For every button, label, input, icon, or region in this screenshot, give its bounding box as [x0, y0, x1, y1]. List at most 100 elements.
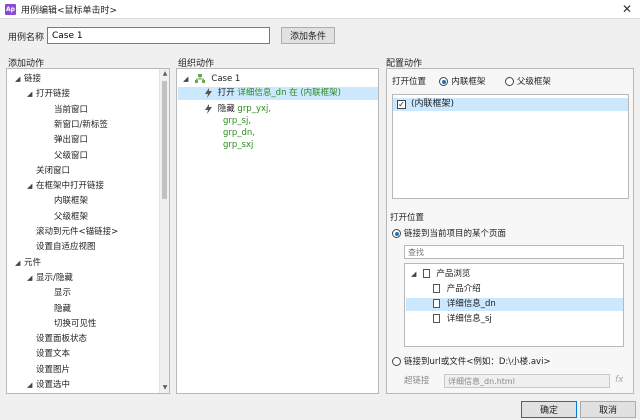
page-node-label: 详细信息_sj: [446, 314, 492, 324]
action-tree-item-label: 新窗口/新标签: [54, 119, 108, 130]
action-tree-item[interactable]: 显示: [54, 287, 71, 300]
parent-frame-radio[interactable]: [504, 77, 514, 86]
case-name-input[interactable]: [47, 27, 270, 44]
case-node[interactable]: ◢ Case 1: [183, 73, 240, 86]
action-tree-item-label: 显示: [54, 288, 72, 299]
action-tree-item[interactable]: ◢ 显示/隐藏: [27, 272, 73, 285]
case-group-icon: [194, 74, 205, 83]
collapse-triangle-icon[interactable]: ◢: [411, 268, 420, 281]
action-tree-item-label: 显示/隐藏: [36, 272, 73, 283]
title-bar: Ap 用例编辑<鼠标单击时> ✕: [0, 0, 640, 19]
action-tree-item[interactable]: 当前窗口: [54, 104, 88, 117]
action-tree-item[interactable]: 设置面板状态: [36, 333, 87, 346]
app-logo-icon: Ap: [5, 3, 16, 15]
inline-frame-radio[interactable]: [439, 77, 449, 86]
action-tree-item[interactable]: 设置图片: [36, 364, 70, 377]
action-hide-target: grp_sxj: [223, 140, 254, 150]
frame-checkbox[interactable]: ✓: [397, 100, 406, 109]
page-node-label: 产品浏览: [436, 269, 471, 279]
page-node[interactable]: ◢ 产品浏览: [411, 268, 470, 281]
add-condition-button[interactable]: 添加条件: [281, 27, 335, 44]
case-node-label: Case 1: [211, 74, 241, 84]
action-tree-item-label: 隐藏: [54, 303, 72, 314]
action-tree-scrollbar[interactable]: ▲ ▼: [159, 69, 169, 393]
action-tree-item[interactable]: 设置文本: [36, 348, 70, 361]
link-current-project-label[interactable]: 链接到当前项目的某个页面: [404, 229, 506, 239]
action-tree-item-label: 链接: [24, 74, 42, 84]
page-icon: [422, 269, 430, 278]
open-location-row: 打开位置 内联框架 父级框架: [392, 76, 551, 89]
parent-frame-label[interactable]: 父级框架: [517, 77, 551, 87]
collapse-triangle-icon[interactable]: ◢: [15, 73, 24, 86]
action-tree-item[interactable]: ◢ 链接: [15, 73, 41, 86]
page-tree: ◢ 产品浏览 产品介绍 详细信息_dn 详细信息_sj: [404, 263, 624, 347]
frame-list: ✓ (内联框架): [392, 94, 629, 199]
link-url-label[interactable]: 链接到url或文件<例如：D:\小楼.avi>: [404, 357, 551, 367]
link-current-project-radio[interactable]: [392, 229, 401, 238]
action-tree-item[interactable]: ◢ 元件: [15, 257, 41, 270]
cancel-button[interactable]: 取消: [580, 401, 636, 418]
action-open-target: 详细信息_dn 在 (内联框架): [237, 88, 341, 98]
hyperlink-label: 超链接: [404, 376, 430, 386]
inline-frame-label[interactable]: 内联框架: [451, 77, 485, 87]
action-tree-item-label: 设置面板状态: [36, 334, 88, 345]
window-title: 用例编辑<鼠标单击时>: [21, 5, 118, 16]
action-tree-item-label: 设置选中: [36, 380, 71, 390]
scroll-up-icon[interactable]: ▲: [160, 69, 169, 79]
action-tree-item[interactable]: 关闭窗口: [36, 165, 70, 178]
action-open-verb: 打开: [217, 88, 235, 98]
scroll-down-icon[interactable]: ▼: [160, 383, 169, 393]
action-open-row[interactable]: 打开 详细信息_dn 在 (内联框架): [178, 87, 378, 100]
page-icon: [433, 299, 440, 308]
action-tree-item[interactable]: 隐藏: [54, 303, 71, 316]
page-icon: [433, 284, 440, 293]
action-tree-item-label: 设置文本: [36, 349, 71, 360]
collapse-triangle-icon[interactable]: ◢: [27, 88, 36, 101]
collapse-triangle-icon[interactable]: ◢: [27, 379, 36, 392]
lightning-icon: [205, 103, 212, 114]
action-hide-target: grp_yxj,: [237, 104, 272, 114]
action-tree-item-label: 内联框架: [54, 196, 89, 207]
collapse-triangle-icon[interactable]: ◢: [15, 257, 24, 270]
action-tree-item[interactable]: 滚动到元件<锚链接>: [36, 226, 118, 239]
page-search-input[interactable]: [404, 245, 624, 259]
open-location-label: 打开位置: [392, 77, 427, 87]
page-node-label: 详细信息_dn: [446, 299, 496, 309]
action-tree-item[interactable]: ◢ 打开链接: [27, 88, 70, 101]
action-tree-item-label: 设置图片: [36, 364, 71, 375]
action-tree-item-label: 弹出窗口: [54, 135, 89, 146]
link-url-row[interactable]: 链接到url或文件<例如：D:\小楼.avi>: [392, 356, 551, 369]
action-tree-item[interactable]: 父级窗口: [54, 150, 88, 163]
action-tree-item[interactable]: 切换可见性: [54, 318, 97, 331]
action-tree-item-label: 元件: [24, 257, 42, 268]
config-action-panel: 打开位置 内联框架 父级框架 ✓ (内联框架) 打开位置 链接到当前项目的某个页…: [386, 68, 634, 394]
action-tree-item[interactable]: 内联框架: [54, 195, 88, 208]
frame-list-item[interactable]: ✓ (内联框架): [393, 98, 628, 111]
action-tree-item[interactable]: 弹出窗口: [54, 134, 88, 147]
page-node-selected[interactable]: 详细信息_dn: [406, 298, 623, 311]
scroll-thumb[interactable]: [162, 81, 167, 199]
page-node[interactable]: 详细信息_sj: [433, 313, 492, 326]
action-tree-item[interactable]: ◢ 设置选中: [27, 379, 70, 392]
ok-button[interactable]: 确定: [521, 401, 577, 418]
action-tree-item[interactable]: 新窗口/新标签: [54, 119, 108, 132]
action-tree-panel: ◢ 链接 ◢ 打开链接 当前窗口 新窗口/新标签 弹出窗口 父级窗口 关闭窗口 ◢ 在框架中打开链接…: [6, 68, 170, 394]
link-url-radio[interactable]: [392, 357, 401, 366]
action-tree-item[interactable]: ◢ 在框架中打开链接: [27, 180, 104, 193]
link-current-project-row[interactable]: 链接到当前项目的某个页面: [392, 228, 506, 241]
hyperlink-input[interactable]: [444, 374, 610, 388]
organize-action-panel: ◢ Case 1 打开 详细信息_dn 在 (内联框架) 隐藏 grp_yxj,…: [176, 68, 379, 394]
action-tree-item[interactable]: 设置自适应视图: [36, 241, 96, 254]
action-tree-item-label: 打开链接: [36, 89, 71, 100]
fx-icon[interactable]: fx: [615, 375, 624, 385]
close-icon[interactable]: ✕: [620, 2, 634, 16]
lightning-icon: [205, 87, 212, 98]
collapse-triangle-icon[interactable]: ◢: [27, 272, 36, 285]
action-tree-item[interactable]: 父级框架: [54, 211, 88, 224]
action-tree-item-label: 父级窗口: [54, 150, 89, 161]
collapse-triangle-icon[interactable]: ◢: [27, 180, 36, 193]
collapse-triangle-icon[interactable]: ◢: [183, 73, 192, 86]
page-node[interactable]: 产品介绍: [433, 283, 481, 296]
action-tree-item-label: 父级框架: [54, 211, 89, 222]
action-tree-item-label: 设置自适应视图: [36, 242, 96, 253]
